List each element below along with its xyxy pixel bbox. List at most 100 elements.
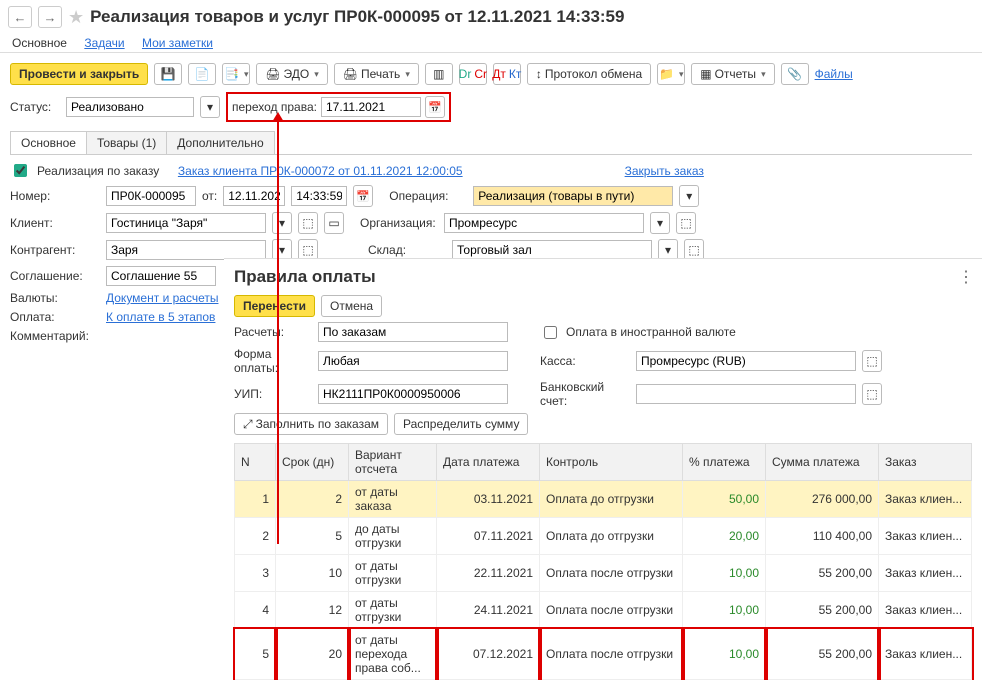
transfer-date-field[interactable]: [321, 97, 421, 117]
calc-field[interactable]: [318, 322, 508, 342]
nav-tasks[interactable]: Задачи: [84, 36, 124, 50]
files-link[interactable]: Файлы: [815, 67, 853, 81]
struct-icon[interactable]: 📁▾: [657, 63, 685, 85]
save-icon[interactable]: 💾: [154, 63, 182, 85]
number-field[interactable]: [106, 186, 196, 206]
order-checkbox[interactable]: [14, 164, 27, 177]
back-button[interactable]: ←: [8, 6, 32, 28]
forward-button[interactable]: →: [38, 6, 62, 28]
reports-button[interactable]: ▦ Отчеты▾: [691, 63, 774, 85]
curr-label: Валюты:: [10, 291, 100, 305]
print-button[interactable]: 🖨 Печать▾: [334, 63, 419, 85]
comment-label: Комментарий:: [10, 329, 100, 343]
client-open-icon[interactable]: ⬚: [298, 212, 318, 234]
kassa-label: Касса:: [540, 354, 630, 368]
tab-goods[interactable]: Товары (1): [86, 131, 167, 154]
wh-label: Склад:: [368, 243, 446, 257]
col-date: Дата платежа: [437, 444, 540, 481]
create-based-icon[interactable]: 📑▾: [222, 63, 250, 85]
kassa-field[interactable]: [636, 351, 856, 371]
distribute-button[interactable]: Распределить сумму: [394, 413, 528, 435]
time-field[interactable]: [291, 186, 347, 206]
table-row[interactable]: 310от даты отгрузки22.11.2021Оплата посл…: [235, 555, 972, 592]
drcr-icon[interactable]: DrCr: [459, 63, 487, 85]
nav-main[interactable]: Основное: [12, 36, 67, 50]
contr-field[interactable]: [106, 240, 266, 260]
contr-label: Контрагент:: [10, 243, 100, 257]
payment-table: N Срок (дн) Вариант отсчета Дата платежа…: [234, 443, 972, 680]
col-days: Срок (дн): [276, 444, 349, 481]
uip-field[interactable]: [318, 384, 508, 404]
status-dropdown-icon[interactable]: ▾: [200, 96, 220, 118]
col-order: Заказ: [879, 444, 972, 481]
status-field[interactable]: [66, 97, 194, 117]
date-calendar-icon[interactable]: 📅: [353, 185, 373, 207]
client-dd-icon[interactable]: ▾: [272, 212, 292, 234]
panel-title: Правила оплаты: [234, 267, 972, 287]
date-field[interactable]: [223, 186, 285, 206]
agr-label: Соглашение:: [10, 269, 100, 283]
uip-label: УИП:: [234, 387, 312, 401]
org-open-icon[interactable]: ⬚: [676, 212, 696, 234]
annotation-arrow-head: [272, 112, 284, 122]
col-n: N: [235, 444, 276, 481]
payform-field[interactable]: [318, 351, 508, 371]
table-row[interactable]: 25до даты отгрузки07.11.2021Оплата до от…: [235, 518, 972, 555]
number-label: Номер:: [10, 189, 100, 203]
org-field[interactable]: [444, 213, 644, 233]
pay-link[interactable]: К оплате в 5 этапов: [106, 310, 215, 324]
transfer-date-group: переход права: 📅: [226, 92, 451, 122]
bank-label: Банковский счет:: [540, 380, 630, 408]
status-label: Статус:: [10, 100, 60, 114]
col-variant: Вариант отсчета: [349, 444, 437, 481]
org-dd-icon[interactable]: ▾: [650, 212, 670, 234]
close-order-link[interactable]: Закрыть заказ: [625, 164, 704, 178]
dtkt-icon[interactable]: ДтКт: [493, 63, 521, 85]
calc-label: Расчеты:: [234, 325, 312, 339]
page-title: Реализация товаров и услуг ПР0К-000095 о…: [90, 7, 624, 27]
op-dropdown-icon[interactable]: ▾: [679, 185, 699, 207]
calendar-icon[interactable]: 📅: [425, 96, 445, 118]
post-icon[interactable]: 📄: [188, 63, 216, 85]
nav-notes[interactable]: Мои заметки: [142, 36, 213, 50]
payment-rules-panel: ⋮ Правила оплаты Перенести Отмена Расчет…: [224, 258, 982, 680]
pay-label: Оплата:: [10, 310, 100, 324]
col-ctrl: Контроль: [540, 444, 683, 481]
protocol-button[interactable]: ↕ Протокол обмена: [527, 63, 651, 85]
table-row[interactable]: 12от даты заказа03.11.2021Оплата до отгр…: [235, 481, 972, 518]
payform-label: Форма оплаты:: [234, 347, 312, 375]
foreign-checkbox[interactable]: [544, 326, 557, 339]
wh-field[interactable]: [452, 240, 652, 260]
panel-menu-icon[interactable]: ⋮: [958, 267, 974, 287]
tab-extra[interactable]: Дополнительно: [166, 131, 274, 154]
cancel-button[interactable]: Отмена: [321, 295, 382, 317]
operation-field[interactable]: [473, 186, 673, 206]
report-icon-1[interactable]: ▥: [425, 63, 453, 85]
fill-button[interactable]: ⤢ Заполнить по заказам: [234, 413, 388, 435]
tab-main[interactable]: Основное: [10, 131, 87, 154]
post-close-button[interactable]: Провести и закрыть: [10, 63, 148, 85]
table-row[interactable]: 520от даты перехода права соб...07.12.20…: [235, 629, 972, 680]
curr-link[interactable]: Документ и расчеты: [106, 291, 218, 305]
bank-field[interactable]: [636, 384, 856, 404]
client-card-icon[interactable]: ▭: [324, 212, 344, 234]
agr-field[interactable]: [106, 266, 216, 286]
order-link[interactable]: Заказ клиента ПР0К-000072 от 01.11.2021 …: [178, 164, 463, 178]
attach-icon[interactable]: 📎: [781, 63, 809, 85]
client-field[interactable]: [106, 213, 266, 233]
col-pct: % платежа: [683, 444, 766, 481]
from-label: от:: [202, 189, 217, 203]
kassa-open-icon[interactable]: ⬚: [862, 350, 882, 372]
annotation-arrow-line: [277, 117, 279, 544]
order-chk-label: Реализация по заказу: [37, 164, 159, 178]
bank-open-icon[interactable]: ⬚: [862, 383, 882, 405]
org-label: Организация:: [360, 216, 438, 230]
operation-label: Операция:: [389, 189, 467, 203]
client-label: Клиент:: [10, 216, 100, 230]
table-row[interactable]: 412от даты отгрузки24.11.2021Оплата посл…: [235, 592, 972, 629]
move-button[interactable]: Перенести: [234, 295, 315, 317]
star-icon[interactable]: ★: [68, 7, 84, 28]
edo-button[interactable]: 🖨 ЭДО▾: [256, 63, 327, 85]
foreign-label: Оплата в иностранной валюте: [566, 325, 736, 339]
col-sum: Сумма платежа: [766, 444, 879, 481]
